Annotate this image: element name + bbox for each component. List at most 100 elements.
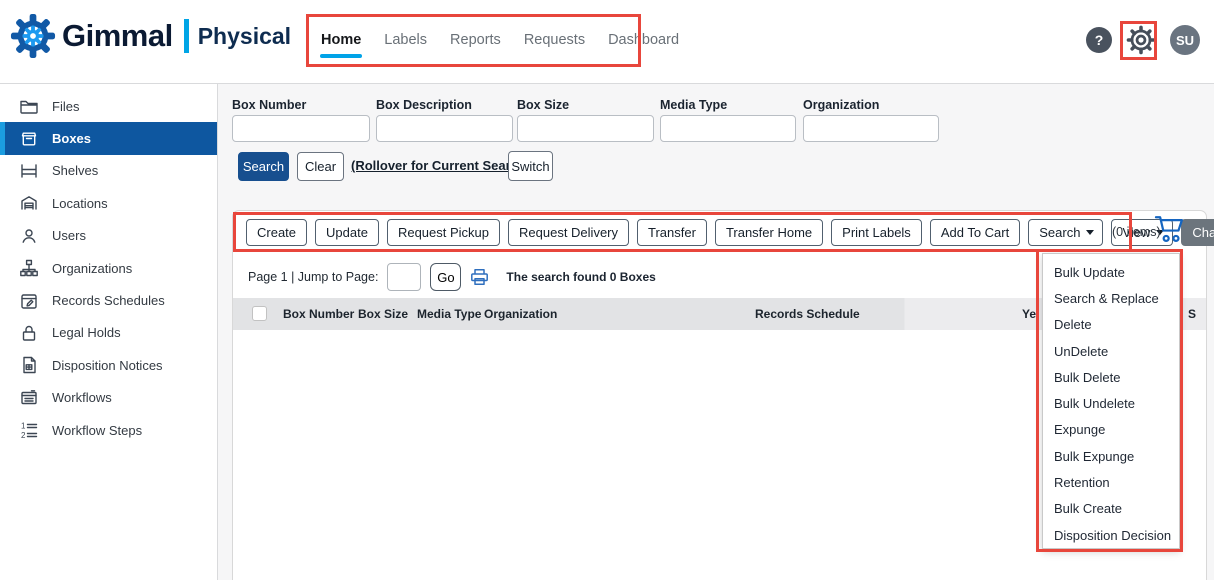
search-button[interactable]: Search [238, 152, 289, 181]
sidebar-item-label: Shelves [52, 163, 98, 178]
request-delivery-button[interactable]: Request Delivery [508, 219, 629, 246]
menu-item-bulk-update[interactable]: Bulk Update [1043, 259, 1179, 285]
menu-item-bulk-expunge[interactable]: Bulk Expunge [1043, 443, 1179, 469]
sidebar-item-organizations[interactable]: Organizations [0, 252, 217, 284]
transfer-button[interactable]: Transfer [637, 219, 707, 246]
user-avatar[interactable]: SU [1170, 25, 1200, 55]
main-nav: Home Labels Reports Requests Dashboard [320, 0, 680, 84]
brand-logo: Gimmal Physical [10, 13, 291, 59]
sidebar: Files Boxes Shelves Locations Users [0, 84, 218, 580]
cart-icon[interactable] [1154, 214, 1190, 246]
add-to-cart-button[interactable]: Add To Cart [930, 219, 1020, 246]
header-actions: ? SU [1086, 25, 1200, 55]
sidebar-item-files[interactable]: Files [0, 90, 217, 122]
field-label-organization: Organization [803, 98, 879, 112]
user-icon [19, 226, 39, 246]
help-icon[interactable]: ? [1086, 27, 1112, 53]
pagination-bar: Page 1 | Jump to Page: Go The search fou… [248, 262, 656, 292]
menu-item-delete[interactable]: Delete [1043, 312, 1179, 338]
actions-toolbar: Create Update Request Pickup Request Del… [246, 219, 1214, 246]
select-all-checkbox[interactable] [252, 306, 267, 321]
menu-item-disposition-decision[interactable]: Disposition Decision [1043, 522, 1179, 548]
sidebar-item-label: Disposition Notices [52, 358, 163, 373]
brand-product: Physical [198, 23, 291, 50]
go-button[interactable]: Go [430, 263, 461, 291]
sidebar-item-users[interactable]: Users [0, 220, 217, 252]
app-window: Gimmal Physical Home Labels Reports Requ… [0, 0, 1214, 580]
box-description-input[interactable] [376, 115, 513, 142]
settings-gear-icon[interactable] [1126, 25, 1156, 55]
rollover-current-search-link[interactable]: (Rollover for Current Search) [351, 158, 530, 173]
print-icon[interactable] [470, 268, 489, 286]
nav-item-home[interactable]: Home [320, 26, 362, 58]
nav-item-dashboard[interactable]: Dashboard [607, 26, 680, 58]
menu-item-expunge[interactable]: Expunge [1043, 417, 1179, 443]
field-label-media-type: Media Type [660, 98, 727, 112]
numbered-list-icon: 12 [19, 420, 39, 440]
column-header-box-size[interactable]: Box Size [358, 307, 408, 321]
sidebar-item-workflow-steps[interactable]: 12 Workflow Steps [0, 414, 217, 446]
padlock-icon [19, 323, 39, 343]
box-number-input[interactable] [232, 115, 370, 142]
brand-divider [184, 19, 189, 53]
sidebar-item-legal-holds[interactable]: Legal Holds [0, 317, 217, 349]
search-dropdown-button[interactable]: Search [1028, 219, 1103, 246]
media-type-input[interactable] [660, 115, 796, 142]
sidebar-item-label: Files [52, 99, 79, 114]
menu-item-bulk-undelete[interactable]: Bulk Undelete [1043, 390, 1179, 416]
menu-item-retention[interactable]: Retention [1043, 469, 1179, 495]
column-header-records-schedule[interactable]: Records Schedule [755, 307, 860, 321]
column-header-year-truncated[interactable]: Ye [1022, 307, 1036, 321]
sidebar-item-records-schedules[interactable]: Records Schedules [0, 284, 217, 316]
app-header: Gimmal Physical Home Labels Reports Requ… [0, 0, 1214, 84]
nav-item-labels[interactable]: Labels [383, 26, 428, 58]
chevron-down-icon [1086, 230, 1094, 235]
print-labels-button[interactable]: Print Labels [831, 219, 922, 246]
column-header-media-type[interactable]: Media Type [417, 307, 481, 321]
sidebar-item-boxes[interactable]: Boxes [0, 122, 217, 154]
box-icon [19, 129, 39, 149]
clear-button[interactable]: Clear [297, 152, 344, 181]
organization-input[interactable] [803, 115, 939, 142]
sidebar-item-shelves[interactable]: Shelves [0, 155, 217, 187]
calendar-pencil-icon [19, 291, 39, 311]
gimmal-gear-logo-icon [10, 13, 56, 59]
transfer-home-button[interactable]: Transfer Home [715, 219, 823, 246]
field-label-box-size: Box Size [517, 98, 569, 112]
page-jump-label: Page 1 | Jump to Page: [248, 270, 378, 284]
org-chart-icon [19, 258, 39, 278]
change-menu: Bulk Update Search & Replace Delete UnDe… [1042, 253, 1180, 549]
jump-to-page-input[interactable] [387, 263, 421, 291]
column-header-truncated[interactable]: S [1188, 307, 1196, 321]
sidebar-item-workflows[interactable]: Workflows [0, 382, 217, 414]
create-button[interactable]: Create [246, 219, 307, 246]
nav-item-requests[interactable]: Requests [523, 26, 586, 58]
sidebar-item-disposition-notices[interactable]: Disposition Notices [0, 349, 217, 381]
box-size-input[interactable] [517, 115, 654, 142]
update-button[interactable]: Update [315, 219, 379, 246]
field-label-box-description: Box Description [376, 98, 472, 112]
menu-item-search-replace[interactable]: Search & Replace [1043, 285, 1179, 311]
svg-text:2: 2 [21, 431, 26, 440]
column-header-organization[interactable]: Organization [484, 307, 557, 321]
request-pickup-button[interactable]: Request Pickup [387, 219, 500, 246]
field-label-box-number: Box Number [232, 98, 306, 112]
svg-text:1: 1 [21, 422, 26, 431]
switch-button[interactable]: Switch [508, 151, 553, 181]
search-dropdown-label: Search [1039, 225, 1080, 240]
warehouse-icon [19, 193, 39, 213]
sidebar-item-label: Boxes [52, 131, 91, 146]
sidebar-item-label: Legal Holds [52, 325, 121, 340]
change-dropdown-label: Change [1192, 225, 1214, 240]
shelf-icon [19, 161, 39, 181]
nav-item-reports[interactable]: Reports [449, 26, 502, 58]
window-lines-icon [19, 388, 39, 408]
sidebar-item-label: Workflow Steps [52, 423, 142, 438]
sidebar-item-locations[interactable]: Locations [0, 187, 217, 219]
menu-item-undelete[interactable]: UnDelete [1043, 338, 1179, 364]
menu-item-bulk-create[interactable]: Bulk Create [1043, 496, 1179, 522]
sidebar-item-label: Records Schedules [52, 293, 165, 308]
menu-item-bulk-delete[interactable]: Bulk Delete [1043, 364, 1179, 390]
column-header-box-number[interactable]: Box Number [283, 307, 354, 321]
search-result-summary: The search found 0 Boxes [506, 270, 655, 284]
